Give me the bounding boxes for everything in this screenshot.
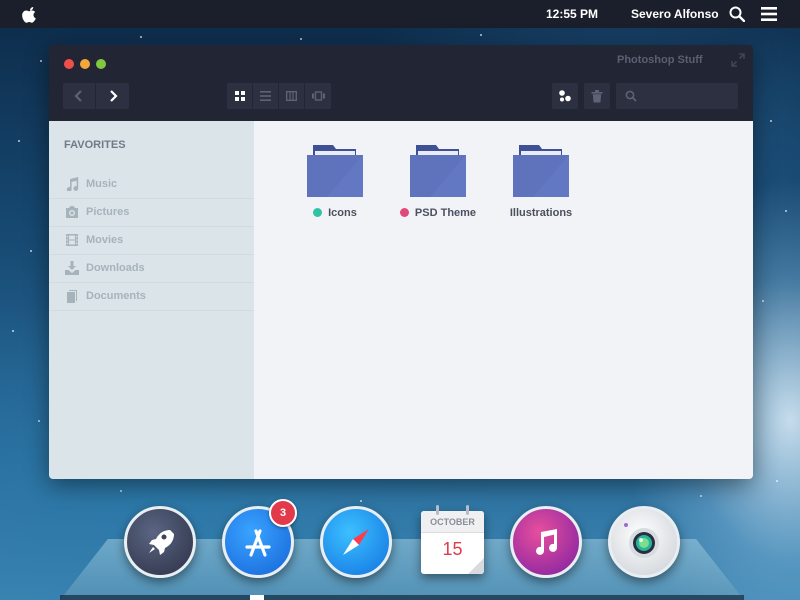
list-view-button[interactable] [253,83,279,109]
arrange-icon [559,90,571,102]
folder-name: Icons [328,207,357,219]
folder-icon [513,145,569,197]
folder-name: Illustrations [509,207,573,219]
sidebar-item-pictures[interactable]: Pictures [49,199,254,227]
cover-flow-button[interactable] [305,83,331,109]
fullscreen-expand-icon[interactable] [731,53,745,67]
navigation-group [63,83,129,109]
close-button[interactable] [64,59,74,69]
download-icon [65,261,79,275]
menu-bar: 12:55 PM Severo Alfonso [0,0,800,28]
sidebar-item-label: Movies [86,234,124,246]
sidebar-item-movies[interactable]: Movies [49,227,254,255]
dock-base [60,595,744,600]
app-store-icon [245,529,271,557]
window-search-field[interactable] [616,83,738,109]
sidebar-item-label: Downloads [86,262,145,274]
hamburger-menu-icon[interactable] [761,7,777,21]
folder-illustrations[interactable]: Illustrations [486,145,596,225]
menubar-clock[interactable]: 12:55 PM [546,7,598,21]
folder-icons[interactable]: Icons [280,145,390,225]
cover-flow-icon [311,91,325,101]
forward-button[interactable] [96,83,129,109]
folder-contents: Icons PSD Theme Illustrations [254,121,753,479]
back-button[interactable] [63,83,96,109]
tag-color-dot [313,208,323,217]
search-icon[interactable] [729,6,745,22]
list-view-icon [260,91,271,101]
favorites-list: Music Pictures Movies Downloads Document… [49,171,254,311]
search-input[interactable] [642,83,734,109]
folder-label: Icons [280,207,390,219]
camera-icon [66,206,78,218]
sidebar-item-label: Documents [86,290,146,302]
folder-label: Illustrations [486,207,596,219]
folder-icon [410,145,466,197]
document-icon [67,290,77,303]
icon-view-button[interactable] [227,83,253,109]
compass-icon [343,529,369,555]
dock-calendar[interactable]: OCTOBER 15 [421,511,484,574]
film-icon [66,234,78,246]
column-view-icon [286,91,297,101]
view-mode-group [227,83,331,109]
music-note-icon [536,529,558,555]
column-view-button[interactable] [279,83,305,109]
music-note-icon [66,177,79,191]
sidebar-item-label: Music [86,178,118,190]
finder-window: Photoshop Stuff FAVORITES Music Pictures… [49,45,753,479]
maximize-button[interactable] [96,59,106,69]
menubar-username[interactable]: Severo Alfonso [631,7,719,21]
sidebar: FAVORITES Music Pictures Movies Download… [49,121,254,479]
folder-label: PSD Theme [383,207,493,219]
trash-icon [591,89,603,102]
sidebar-item-downloads[interactable]: Downloads [49,255,254,283]
page-curl [468,558,484,574]
calendar-rings-icon [436,505,469,515]
folder-psd-theme[interactable]: PSD Theme [383,145,493,225]
sidebar-item-music[interactable]: Music [49,171,254,199]
camera-lens-icon [624,523,659,558]
tag-color-dot [399,208,409,217]
window-title: Photoshop Stuff [617,54,703,66]
window-titlebar: Photoshop Stuff [49,45,753,121]
forward-arrow-icon [109,90,118,102]
dock-camera[interactable] [608,506,680,578]
folder-icon [307,145,363,197]
running-app-indicator [250,595,264,600]
calendar-day: 15 [442,539,463,559]
rocket-icon [149,530,174,555]
search-icon [625,90,637,102]
icon-view-icon [234,91,245,101]
sidebar-item-documents[interactable]: Documents [49,283,254,311]
favorites-heading: FAVORITES [64,139,126,151]
folder-name: PSD Theme [414,207,477,219]
dock-itunes[interactable] [510,506,582,578]
back-arrow-icon [74,90,82,102]
minimize-button[interactable] [80,59,90,69]
delete-button[interactable] [584,83,610,109]
sidebar-item-label: Pictures [86,206,130,218]
arrange-button[interactable] [552,83,578,109]
apple-logo-icon[interactable] [22,6,38,23]
